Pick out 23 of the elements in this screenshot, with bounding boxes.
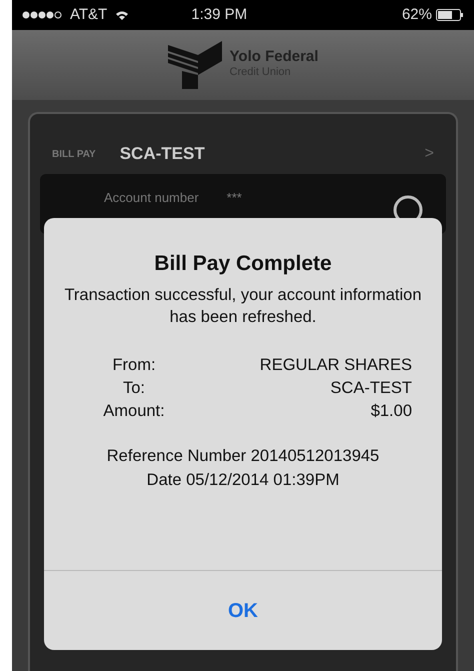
transaction-date: Date 05/12/2014 01:39PM	[146, 470, 340, 492]
detail-label: Amount:	[102, 401, 166, 422]
wifi-icon	[115, 10, 130, 20]
brand-name: Yolo Federal	[230, 49, 318, 64]
payee-name: SCA-TEST	[120, 143, 205, 166]
carrier-name: AT&T	[70, 4, 108, 25]
logo-icon	[168, 41, 222, 89]
section-label: BILL PAY	[52, 148, 96, 162]
detail-value: $1.00	[370, 401, 412, 422]
next-arrow[interactable]: >	[424, 142, 434, 166]
reference-number: Reference Number 20140512013945	[106, 446, 380, 468]
detail-value: SCA-TEST	[330, 378, 412, 400]
detail-label: From:	[111, 355, 157, 376]
ok-button[interactable]: OK	[208, 592, 278, 630]
battery-percent: 62%	[402, 4, 432, 25]
detail-label: To:	[122, 378, 146, 400]
battery-icon	[436, 9, 464, 21]
field-label: Account number	[104, 189, 199, 207]
dialog-title: Bill Pay Complete	[153, 251, 333, 277]
field-value: ***	[226, 189, 242, 207]
detail-value: REGULAR SHARES	[260, 355, 412, 376]
clock-time: 1:39 PM	[191, 4, 248, 25]
dialog-message: Transaction successful, your account information has been refreshed.	[63, 284, 423, 328]
